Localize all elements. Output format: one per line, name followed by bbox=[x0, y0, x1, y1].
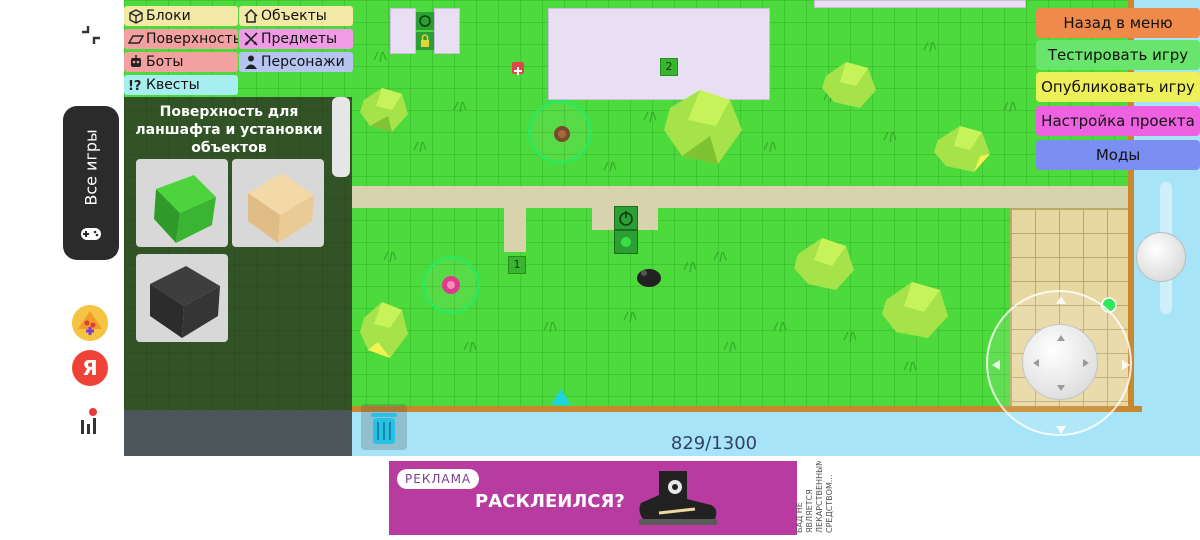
robot-icon bbox=[131, 55, 141, 67]
category-quests-label: Квесты bbox=[146, 77, 200, 93]
crossed-swords-icon bbox=[244, 32, 258, 46]
spawn-marker-1[interactable]: 1 bbox=[508, 256, 526, 274]
power-icon bbox=[619, 211, 633, 226]
project-settings-button[interactable]: Настройка проекта bbox=[1036, 106, 1200, 136]
quest-icon: !? bbox=[128, 79, 141, 93]
green-dot-icon bbox=[621, 237, 631, 247]
building-strip[interactable] bbox=[814, 0, 1026, 8]
tree-6[interactable] bbox=[880, 280, 952, 340]
mods-button[interactable]: Моды bbox=[1036, 140, 1200, 170]
category-quests-button[interactable]: !? Квесты bbox=[124, 75, 238, 95]
road-horizontal[interactable] bbox=[352, 186, 1130, 208]
hand-icon bbox=[419, 15, 431, 27]
tree-4[interactable] bbox=[932, 124, 994, 174]
medkit-item[interactable] bbox=[512, 62, 524, 75]
tree-3[interactable] bbox=[820, 60, 880, 110]
tree-2[interactable] bbox=[660, 86, 746, 168]
category-surface-button[interactable]: Поверхность bbox=[124, 29, 238, 49]
object-counter: 829/1300 bbox=[670, 433, 758, 454]
player-character[interactable] bbox=[634, 264, 664, 290]
boot-icon bbox=[639, 471, 717, 525]
back-to-menu-button[interactable]: Назад в меню bbox=[1036, 8, 1200, 38]
surface-panel-title: Поверхность для ланшафта и установки объ… bbox=[135, 104, 323, 156]
test-game-button[interactable]: Тестировать игру bbox=[1036, 40, 1200, 70]
trash-button[interactable] bbox=[361, 404, 407, 450]
surface-panel-scrollbar[interactable] bbox=[332, 97, 350, 177]
spawn-marker-2[interactable]: 2 bbox=[660, 58, 678, 76]
tree-7[interactable] bbox=[358, 298, 412, 362]
grass-tile-slot[interactable] bbox=[136, 159, 228, 247]
door-marker[interactable] bbox=[416, 12, 434, 30]
medkit-icon bbox=[514, 67, 522, 75]
surface-icon bbox=[128, 35, 144, 44]
category-blocks-label: Блоки bbox=[146, 8, 191, 24]
pizza-game-icon[interactable] bbox=[72, 305, 108, 341]
all-games-label-wrap: Все игры bbox=[63, 106, 119, 228]
category-objects-label: Объекты bbox=[261, 8, 327, 24]
lock-door[interactable] bbox=[416, 32, 434, 50]
category-bots-button[interactable]: Боты bbox=[124, 52, 238, 72]
sand-tile-slot[interactable] bbox=[232, 159, 324, 247]
sand-tile-icon bbox=[248, 173, 314, 243]
joystick-knob[interactable] bbox=[1022, 324, 1098, 400]
person-icon bbox=[245, 55, 257, 69]
ad-headline: РАСКЛЕИЛСЯ? bbox=[475, 491, 625, 512]
category-bots-label: Боты bbox=[146, 54, 184, 70]
trash-icon bbox=[371, 413, 397, 444]
category-blocks-button[interactable]: Блоки bbox=[124, 6, 238, 26]
surface-panel: Поверхность для ланшафта и установки объ… bbox=[124, 97, 352, 456]
all-games-button[interactable]: Все игры bbox=[63, 106, 119, 260]
asphalt-tile-icon bbox=[150, 266, 220, 338]
all-games-label: Все игры bbox=[81, 128, 101, 206]
lock-icon bbox=[421, 34, 429, 47]
category-characters-button[interactable]: Персонажи bbox=[239, 52, 353, 72]
building-left[interactable] bbox=[390, 8, 416, 54]
knob-arrows-icon bbox=[1033, 335, 1089, 391]
ad-disclaimer-text: БАД НЕ ЯВЛЯЕТСЯ ЛЕКАРСТВЕННЫМ СРЕДСТВОМ.… bbox=[795, 461, 834, 533]
category-objects-button[interactable]: Объекты bbox=[239, 6, 353, 26]
cyan-arrow-marker[interactable] bbox=[550, 388, 572, 406]
ad-banner[interactable]: РЕКЛАМА РАСКЛЕИЛСЯ? БАД НЕ ЯВЛЯЕТСЯ ЛЕКА… bbox=[389, 461, 869, 535]
bot-1[interactable] bbox=[550, 122, 574, 146]
cube-icon bbox=[129, 9, 143, 24]
category-characters-label: Персонажи bbox=[261, 54, 345, 70]
building-left-2[interactable] bbox=[434, 8, 460, 54]
road-spur-1[interactable] bbox=[504, 208, 526, 252]
power-switch[interactable] bbox=[614, 206, 638, 230]
camera-height-knob[interactable] bbox=[1136, 232, 1186, 282]
tree-1[interactable] bbox=[358, 86, 412, 136]
tree-5[interactable] bbox=[792, 236, 858, 292]
grass-tile-icon bbox=[154, 175, 216, 243]
stats-icon[interactable] bbox=[78, 406, 102, 436]
house-icon bbox=[244, 8, 258, 23]
publish-game-button[interactable]: Опубликовать игру bbox=[1036, 72, 1200, 102]
game-viewport[interactable]: 1 2 Блоки Объекты Поверхность Предметы Б… bbox=[124, 0, 1200, 456]
svg-text:!?: !? bbox=[128, 79, 141, 93]
category-items-label: Предметы bbox=[261, 31, 338, 47]
green-dot-tile[interactable] bbox=[614, 230, 638, 254]
collapse-icon[interactable] bbox=[78, 22, 104, 48]
category-items-button[interactable]: Предметы bbox=[239, 29, 353, 49]
yandex-icon[interactable]: Я bbox=[72, 350, 108, 386]
yandex-letter: Я bbox=[82, 356, 98, 380]
ad-badge: РЕКЛАМА bbox=[397, 469, 480, 489]
asphalt-tile-slot[interactable] bbox=[136, 254, 228, 342]
system-sidebar: Все игры Я bbox=[0, 0, 124, 540]
app-root: Все игры Я 1 2 Блоки Объекты Поверхность… bbox=[0, 0, 1200, 540]
gamepad-icon bbox=[81, 228, 101, 240]
ad-disclaimer-panel: БАД НЕ ЯВЛЯЕТСЯ ЛЕКАРСТВЕННЫМ СРЕДСТВОМ.… bbox=[795, 461, 869, 535]
category-surface-label: Поверхность bbox=[146, 31, 238, 47]
bot-2[interactable] bbox=[438, 272, 464, 298]
